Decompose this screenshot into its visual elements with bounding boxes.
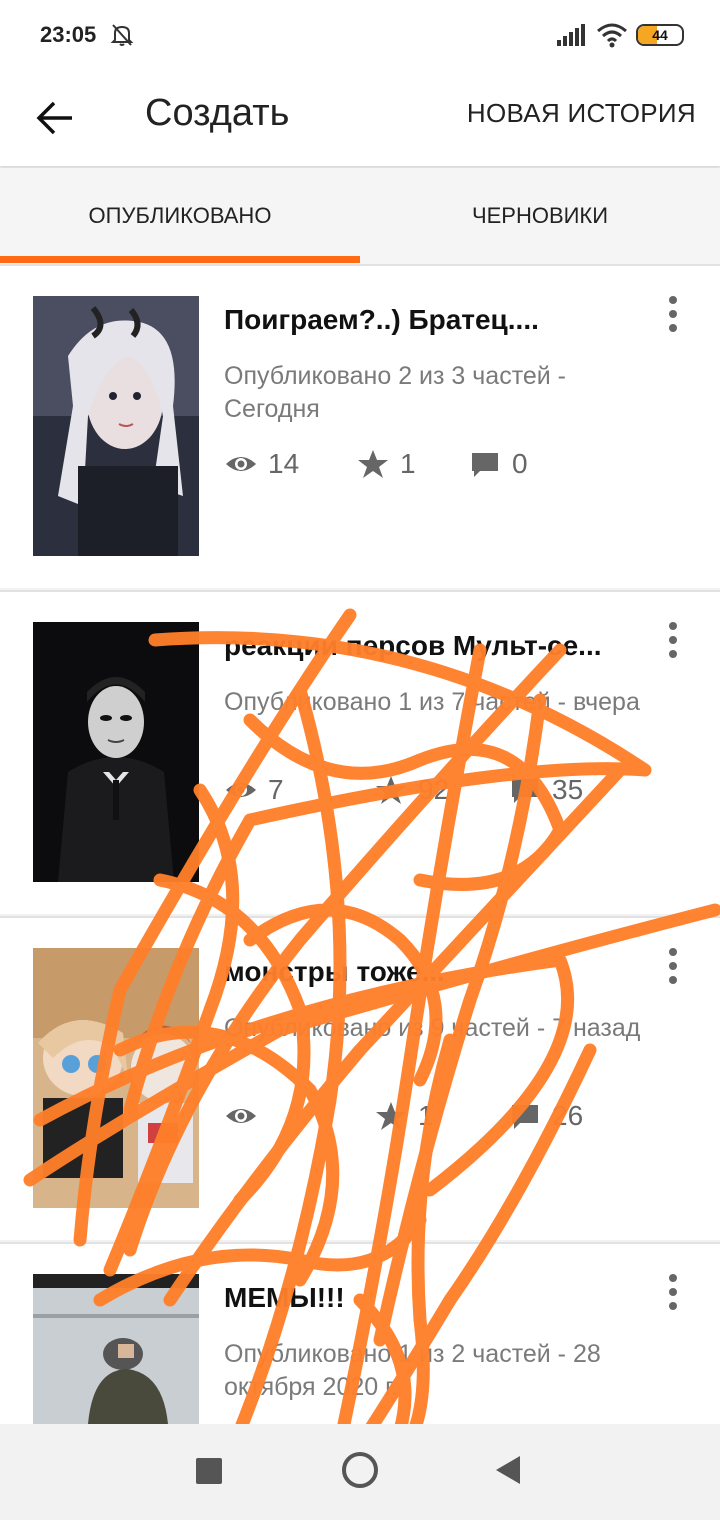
story-card[interactable]: МЕМЫ!!! Опубликовано 1 из 2 частей - 28 … <box>0 1242 720 1424</box>
story-title[interactable]: Поиграем?..) Братец.... <box>224 304 644 336</box>
battery-level: 44 <box>652 27 668 43</box>
story-status: Опубликовано 1 из 7 частей - вчера <box>224 688 640 716</box>
more-vert-icon[interactable] <box>658 1272 688 1312</box>
comment-icon <box>512 779 538 803</box>
comments-count: 35 <box>552 774 584 805</box>
views-count: 14 <box>268 448 300 479</box>
eye-icon <box>226 457 256 471</box>
comments-stat: 35 <box>508 772 583 808</box>
comments-count: 26 <box>552 1100 584 1131</box>
story-status: Опубликовано 2 из 3 частей - Сегодня <box>224 362 567 423</box>
comments-stat: 0 <box>468 446 528 482</box>
story-cover-image <box>33 296 199 556</box>
comments-stat: 26 <box>508 1098 583 1134</box>
story-card[interactable]: Поиграем?..) Братец.... Опубликовано 2 и… <box>0 264 720 588</box>
views-stat: 14 <box>224 446 299 482</box>
arrow-back-icon[interactable] <box>28 90 84 146</box>
story-cover-image <box>33 622 199 882</box>
story-title[interactable]: монстры тоже... <box>224 956 644 988</box>
more-vert-icon[interactable] <box>658 294 688 334</box>
tab-published[interactable]: ОПУБЛИКОВАНО <box>0 168 360 264</box>
wifi-icon <box>597 23 627 48</box>
votes-count: 92 <box>418 774 450 805</box>
story-stats: 1 26 <box>224 1098 664 1134</box>
eye-icon <box>226 1109 256 1123</box>
new-story-button[interactable]: НОВАЯ ИСТОРИЯ <box>467 98 696 129</box>
more-vert-icon[interactable] <box>658 620 688 660</box>
votes-stat: 92 <box>374 772 449 808</box>
status-time: 23:05 <box>40 22 97 47</box>
story-status: Опубликовано из 9 частей - 7 назад <box>224 1014 641 1042</box>
app-bar: Создать НОВАЯ ИСТОРИЯ <box>0 70 720 166</box>
votes-count: 1 <box>418 1100 434 1131</box>
story-card[interactable]: монстры тоже... Опубликовано из 9 частей… <box>0 916 720 1240</box>
comment-icon <box>512 1105 538 1129</box>
bell-off-icon <box>110 24 134 46</box>
home-icon[interactable] <box>342 1452 378 1488</box>
story-title[interactable]: МЕМЫ!!! <box>224 1282 644 1314</box>
story-title[interactable]: реакции персов Мульт-се... <box>224 630 644 662</box>
star-icon <box>376 1102 406 1130</box>
votes-stat: 1 <box>356 446 416 482</box>
recent-apps-icon[interactable] <box>196 1458 222 1484</box>
story-stats: 7 92 35 <box>224 772 664 808</box>
story-status: Опубликовано 1 из 2 частей - 28 октября … <box>224 1340 601 1401</box>
active-tab-indicator <box>0 256 360 263</box>
back-triangle-icon[interactable] <box>492 1454 522 1486</box>
story-list: Поиграем?..) Братец.... Опубликовано 2 и… <box>0 264 720 1424</box>
status-bar: 23:05 44 <box>0 0 720 70</box>
page-title: Создать <box>145 92 290 134</box>
comments-count: 0 <box>512 448 528 479</box>
story-cover-image <box>33 948 199 1208</box>
votes-stat: 1 <box>374 1098 434 1134</box>
eye-icon <box>226 783 256 797</box>
tab-drafts[interactable]: ЧЕРНОВИКИ <box>360 168 720 264</box>
star-icon <box>358 450 388 478</box>
system-nav-bar <box>0 1424 720 1520</box>
tab-bar: ОПУБЛИКОВАНО ЧЕРНОВИКИ <box>0 168 720 264</box>
story-card[interactable]: реакции персов Мульт-се... Опубликовано … <box>0 590 720 914</box>
more-vert-icon[interactable] <box>658 946 688 986</box>
story-cover-image <box>33 1274 199 1424</box>
signal-icon <box>557 24 585 46</box>
views-count: 7 <box>268 774 284 805</box>
star-icon <box>376 776 406 804</box>
battery-icon: 44 <box>636 24 684 46</box>
views-stat: 7 <box>224 772 284 808</box>
story-stats: 14 1 0 <box>224 446 664 482</box>
votes-count: 1 <box>400 448 416 479</box>
views-stat <box>224 1098 268 1134</box>
comment-icon <box>472 453 498 477</box>
